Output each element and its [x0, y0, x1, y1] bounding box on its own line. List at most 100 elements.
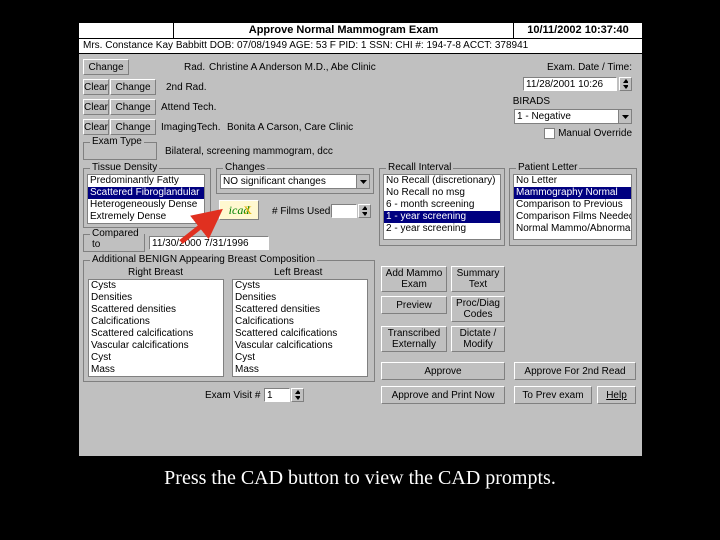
exam-datetime-stepper[interactable] [619, 77, 632, 91]
approve-print-button[interactable]: Approve and Print Now [381, 386, 505, 404]
exam-visit-field[interactable]: 1 [264, 388, 290, 402]
cad-button[interactable]: icad X [219, 200, 259, 220]
transcribed-button[interactable]: Transcribed Externally [381, 326, 447, 352]
add-mammo-exam-button[interactable]: Add Mammo Exam [381, 266, 447, 292]
list-item[interactable]: Cysts [233, 280, 367, 292]
list-item[interactable]: Mass [89, 364, 223, 376]
exam-type-group: Exam Type [83, 142, 157, 160]
birads-combo[interactable]: 1 - Negative [514, 109, 632, 124]
summary-text-button[interactable]: Summary Text [451, 266, 505, 292]
list-item[interactable]: Vascular calcifications [233, 340, 367, 352]
exam-datetime-field[interactable]: 11/28/2001 10:26 [523, 77, 617, 91]
imaging-tech-value: Bonita A Carson, Care Clinic [227, 122, 353, 133]
updown-icon [362, 206, 367, 216]
films-used-stepper[interactable] [358, 204, 371, 218]
manual-override-checkbox[interactable] [544, 128, 555, 139]
patient-letter-group: Patient Letter No LetterMammography Norm… [509, 168, 637, 246]
tissue-density-list[interactable]: Predominantly FattyScattered Fibroglandu… [87, 174, 205, 224]
patient-info-line: Mrs. Constance Kay Babbitt DOB: 07/08/19… [79, 39, 642, 54]
list-item[interactable]: 6 - month screening [384, 199, 500, 211]
list-item[interactable]: Heterogeneously Dense [88, 199, 204, 211]
list-item[interactable]: Mass [233, 364, 367, 376]
recall-interval-list[interactable]: No Recall (discretionary)No Recall no ms… [383, 174, 501, 240]
list-item[interactable]: Cysts [89, 280, 223, 292]
second-rad-label: 2nd Rad. [166, 82, 207, 93]
benign-group-label: Additional BENIGN Appearing Breast Compo… [90, 254, 317, 265]
approve-button[interactable]: Approve [381, 362, 505, 380]
list-item[interactable]: Comparison Films Needed [514, 211, 631, 223]
list-item[interactable]: Predominantly Fatty [88, 175, 204, 187]
right-breast-label: Right Breast [128, 267, 183, 278]
approve-2nd-button[interactable]: Approve For 2nd Read [514, 362, 636, 380]
patient-letter-list[interactable]: No LetterMammography NormalComparison to… [513, 174, 632, 240]
manual-override-row[interactable]: Manual Override [544, 128, 632, 139]
exam-type-value: Bilateral, screening mammogram, dcc [165, 146, 333, 157]
left-breast-label: Left Breast [274, 267, 322, 278]
patient-letter-label: Patient Letter [516, 162, 579, 173]
list-item[interactable]: Scattered densities [233, 304, 367, 316]
clear-button-2ndrad[interactable]: Clear [83, 79, 109, 95]
slide-caption: Press the CAD button to view the CAD pro… [0, 467, 720, 490]
left-breast-list[interactable]: CystsDensitiesScattered densitiesCalcifi… [232, 279, 368, 377]
list-item[interactable]: No Recall (discretionary) [384, 175, 500, 187]
list-item[interactable]: Cyst [233, 352, 367, 364]
app-window: Approve Normal Mammogram Exam 10/11/2002… [78, 22, 643, 457]
films-used-field[interactable] [331, 204, 357, 218]
to-prev-exam-button[interactable]: To Prev exam [514, 386, 592, 404]
window-title: Approve Normal Mammogram Exam [174, 23, 514, 38]
list-item[interactable]: No Recall no msg [384, 187, 500, 199]
titlebar-left [79, 23, 174, 38]
updown-icon [295, 390, 300, 400]
list-item[interactable]: Scattered densities [89, 304, 223, 316]
exam-visit-stepper[interactable] [291, 388, 304, 402]
updown-icon [623, 79, 628, 89]
list-item[interactable]: Mammography Normal [514, 187, 631, 199]
clear-button-imaging[interactable]: Clear [83, 119, 109, 135]
help-button[interactable]: Help [597, 386, 636, 404]
benign-group: Additional BENIGN Appearing Breast Compo… [83, 260, 375, 382]
changes-value: NO significant changes [221, 175, 356, 188]
chevron-down-icon [618, 110, 631, 123]
cad-x-icon: X [243, 203, 252, 218]
list-item[interactable]: Scattered Fibroglandular [88, 187, 204, 199]
birads-value: 1 - Negative [515, 110, 618, 123]
compared-to-label: Compared to [90, 228, 144, 250]
change-button-attend[interactable]: Change [110, 99, 156, 115]
dictate-button[interactable]: Dictate / Modify [451, 326, 505, 352]
list-item[interactable]: Normal Mammo/Abnormal [514, 223, 631, 235]
tissue-density-label: Tissue Density [90, 162, 159, 173]
list-item[interactable]: Vascular calcifications [89, 340, 223, 352]
change-button-2ndrad[interactable]: Change [110, 79, 156, 95]
changes-combo[interactable]: NO significant changes [220, 174, 370, 189]
rad-label: Rad. [184, 62, 205, 73]
compared-to-field[interactable]: 11/30/2000 7/31/1996 [149, 236, 269, 250]
change-button-imaging[interactable]: Change [110, 119, 156, 135]
recall-interval-label: Recall Interval [386, 162, 453, 173]
list-item[interactable]: Calcifications [233, 316, 367, 328]
rad-value: Christine A Anderson M.D., Abe Clinic [209, 62, 376, 73]
right-breast-list[interactable]: CystsDensitiesScattered densitiesCalcifi… [88, 279, 224, 377]
attend-tech-label: Attend Tech. [161, 102, 216, 113]
list-item[interactable]: 2 - year screening [384, 223, 500, 235]
preview-button[interactable]: Preview [381, 296, 447, 314]
list-item[interactable]: Comparison to Previous [514, 199, 631, 211]
chevron-down-icon [356, 175, 369, 188]
list-item[interactable]: No Letter [514, 175, 631, 187]
list-item[interactable]: Densities [233, 292, 367, 304]
proc-diag-button[interactable]: Proc/Diag Codes [451, 296, 505, 322]
list-item[interactable]: Densities [89, 292, 223, 304]
change-button-rad[interactable]: Change [83, 59, 129, 75]
clear-button-attend[interactable]: Clear [83, 99, 109, 115]
titlebar-datetime: 10/11/2002 10:37:40 [514, 23, 642, 38]
list-item[interactable]: Scattered calcifications [89, 328, 223, 340]
form-body: Change Clear Change Clear Change Clear C… [79, 54, 642, 456]
list-item[interactable]: Calcifications [89, 316, 223, 328]
list-item[interactable]: Scattered calcifications [233, 328, 367, 340]
list-item[interactable]: 1 - year screening [384, 211, 500, 223]
list-item[interactable]: Extremely Dense [88, 211, 204, 223]
changes-group: Changes NO significant changes [216, 168, 374, 194]
list-item[interactable]: Cyst [89, 352, 223, 364]
manual-override-label: Manual Override [558, 128, 632, 139]
birads-label: BIRADS [513, 96, 550, 107]
titlebar: Approve Normal Mammogram Exam 10/11/2002… [79, 23, 642, 39]
